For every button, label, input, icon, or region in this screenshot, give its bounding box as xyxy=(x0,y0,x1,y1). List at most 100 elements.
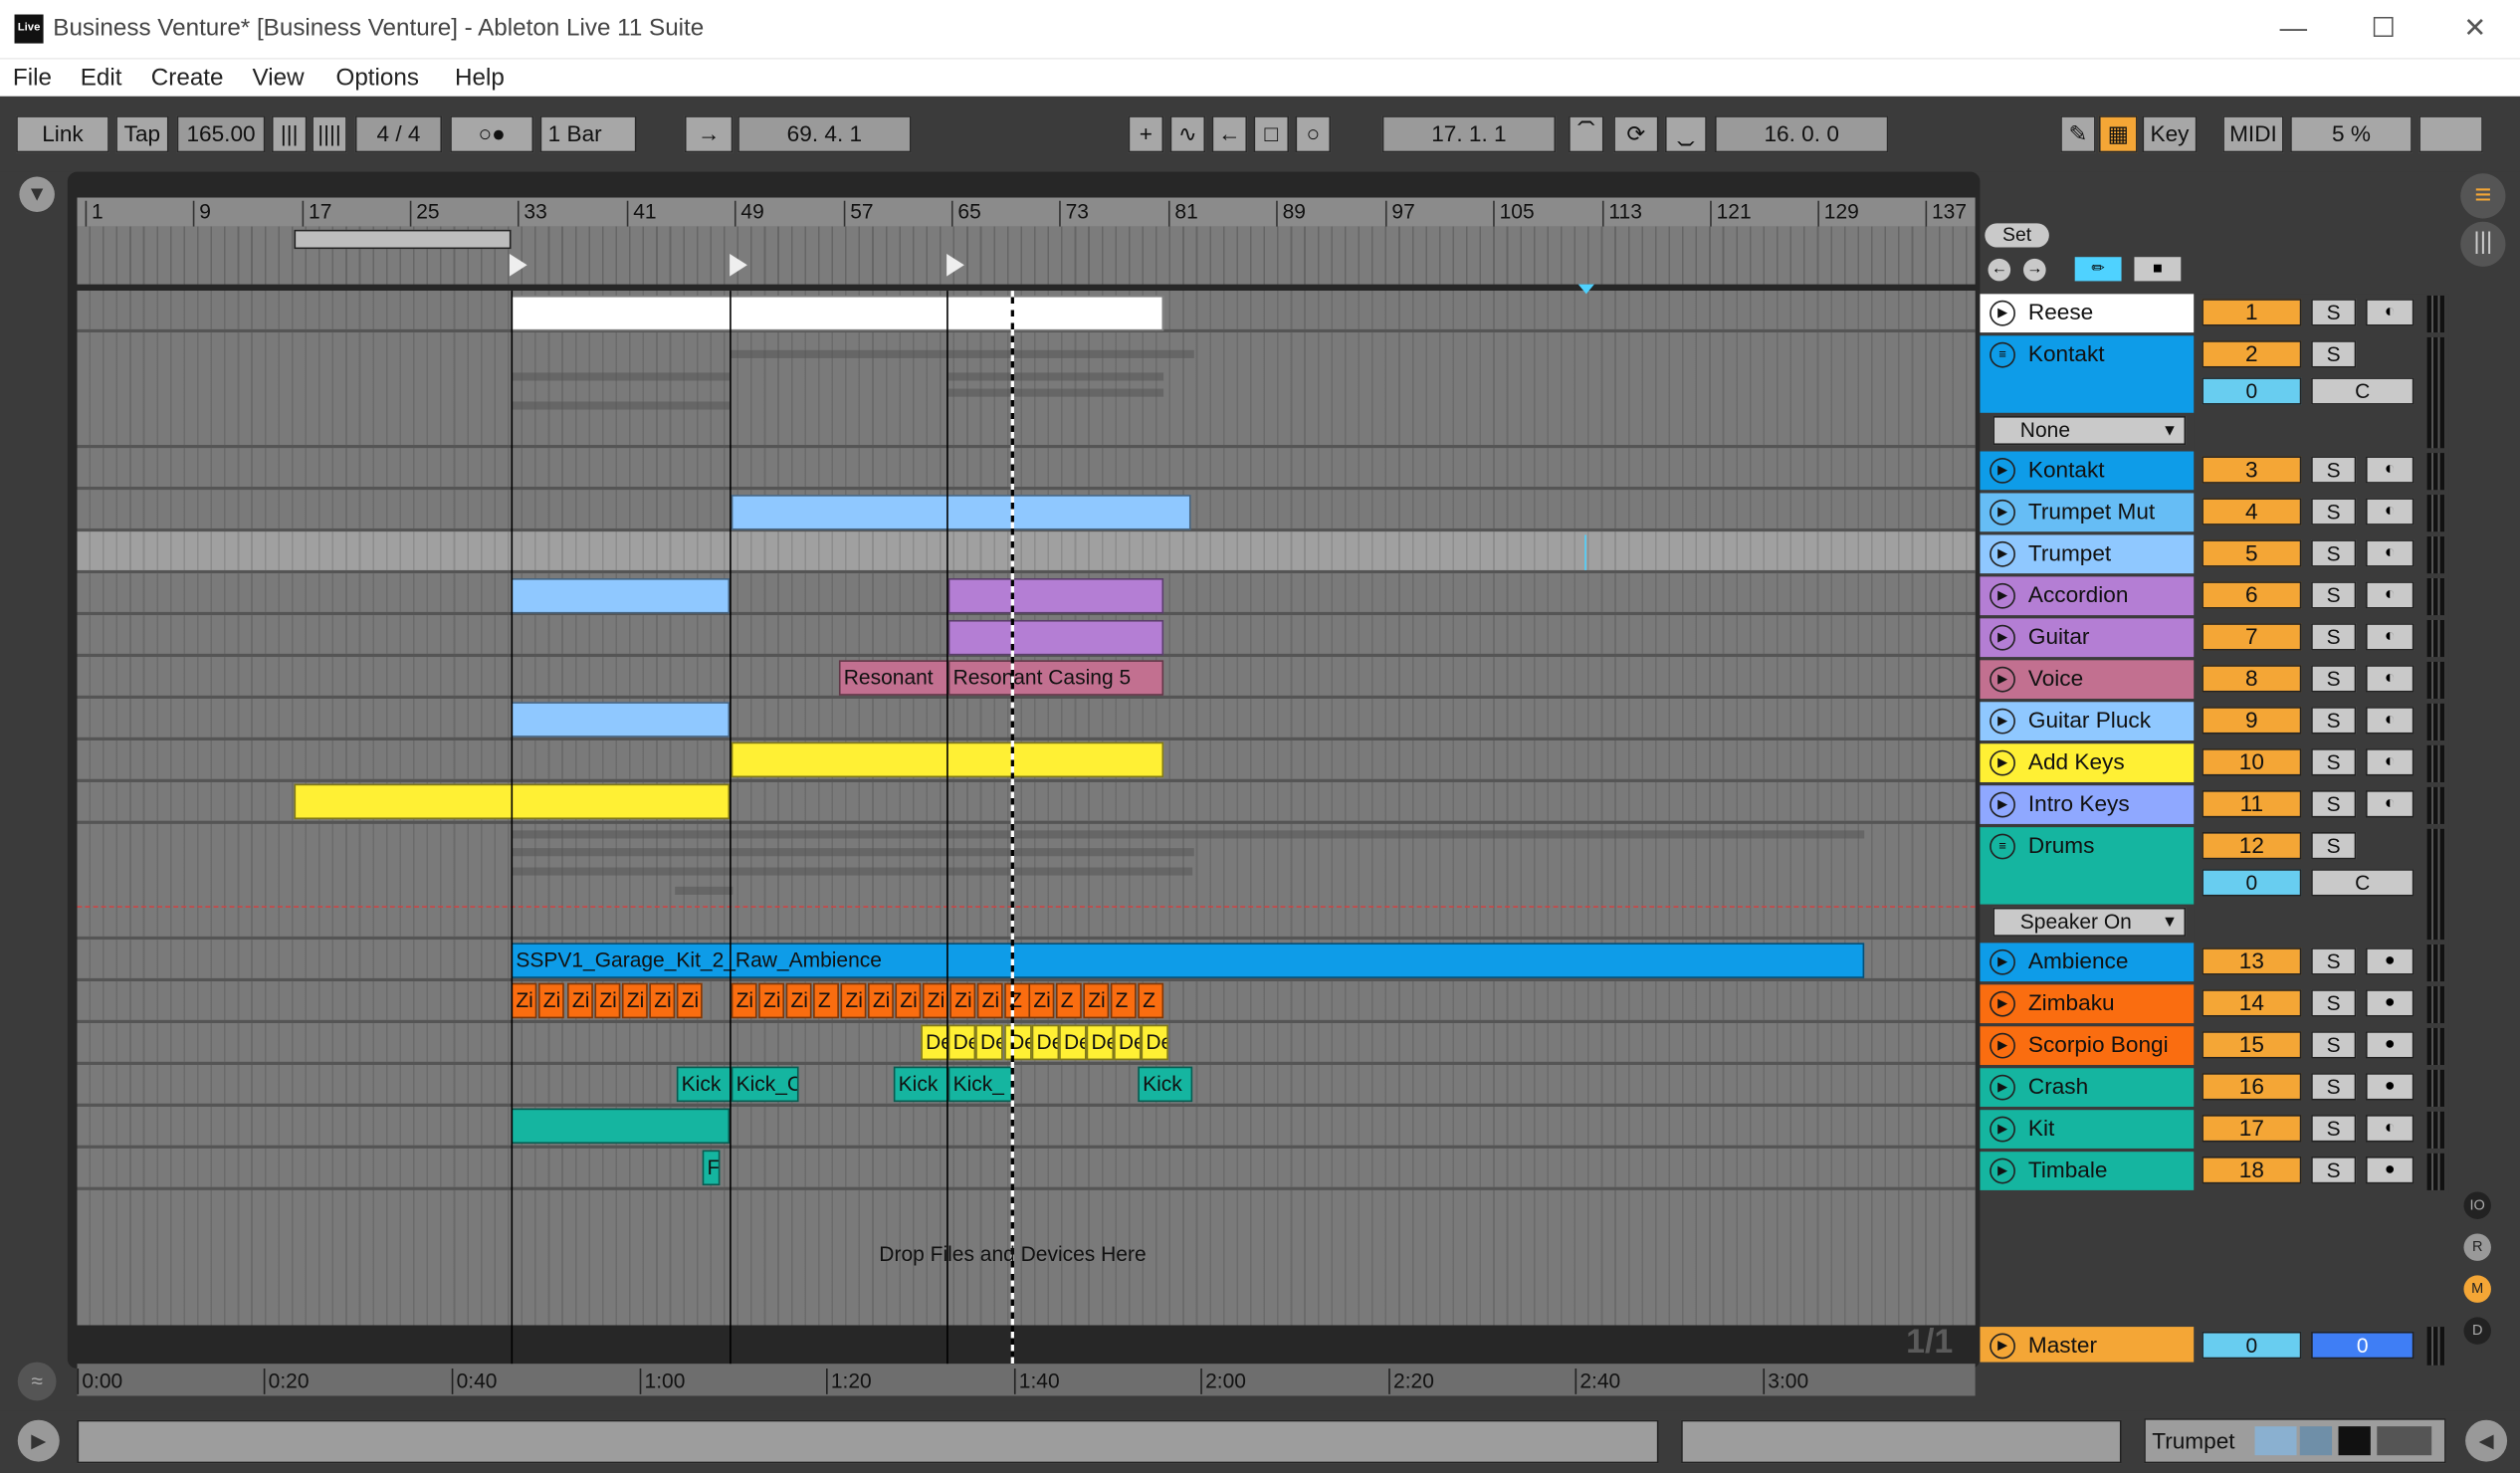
solo-button[interactable]: S xyxy=(2311,1031,2357,1059)
track-header-kontakt[interactable]: ≡ Kontakt xyxy=(1980,335,2195,413)
track-activator[interactable]: 5 xyxy=(2202,539,2302,567)
input-select[interactable]: None ▼ xyxy=(1993,416,2187,446)
prev-locator-icon[interactable]: ← xyxy=(1988,258,2011,282)
nudge-up-icon[interactable]: |||| xyxy=(312,115,347,153)
nudge-down-icon[interactable]: ||| xyxy=(271,115,308,153)
track-activator[interactable]: 12 xyxy=(2202,832,2302,860)
clip-guitar[interactable] xyxy=(947,619,1164,656)
play-clip-icon[interactable]: ▶ xyxy=(1990,499,2015,526)
track-activator[interactable]: 8 xyxy=(2202,665,2302,693)
track-activator[interactable]: 14 xyxy=(2202,989,2302,1017)
record-arm-icon[interactable]: ◐ xyxy=(2365,498,2415,526)
computer-midi-keyboard-icon[interactable]: ▦ xyxy=(2098,115,2138,153)
master-volume[interactable]: 0 xyxy=(2202,1331,2302,1360)
lock-icon[interactable]: ■ xyxy=(2134,257,2182,282)
follow-icon[interactable]: → xyxy=(684,115,734,153)
track-activator[interactable]: 6 xyxy=(2202,581,2302,609)
solo-button[interactable]: S xyxy=(2311,498,2357,526)
track-header-zimbaku[interactable]: ▶ Zimbaku xyxy=(1980,984,2195,1024)
beat-ruler[interactable]: 1 9 17 25 33 41 49 57 65 73 81 89 97 105… xyxy=(77,197,1976,227)
track-activator[interactable]: 9 xyxy=(2202,707,2302,735)
clip-zimbaku[interactable]: Zi xyxy=(649,982,676,1019)
returns-toggle-icon[interactable]: R xyxy=(2463,1233,2491,1261)
clip-zimbaku[interactable]: Zi xyxy=(1028,982,1055,1019)
next-locator-icon[interactable]: → xyxy=(2023,258,2046,282)
time-signature[interactable]: 4 / 4 xyxy=(354,115,443,153)
track-activator[interactable]: 2 xyxy=(2202,340,2302,368)
lane[interactable] xyxy=(77,823,1976,941)
re-enable-automation-icon[interactable]: ← xyxy=(1211,115,1248,153)
menu-file[interactable]: File xyxy=(13,65,52,92)
track-name[interactable]: ▶ Master xyxy=(1980,1327,2195,1363)
clip-zimbaku[interactable]: Z xyxy=(1055,982,1082,1019)
track-header-guitar[interactable]: ▶ Guitar xyxy=(1980,618,2195,658)
play-clip-icon[interactable]: ▶ xyxy=(1990,1032,2015,1059)
record-arm-icon[interactable]: ● xyxy=(2365,1031,2415,1059)
clip-zimbaku[interactable]: Zi xyxy=(785,982,812,1019)
solo-button[interactable]: S xyxy=(2311,581,2357,609)
io-toggle-icon[interactable]: IO xyxy=(2463,1191,2491,1219)
group-pan[interactable]: C xyxy=(2311,869,2415,897)
clip-voice[interactable]: Resonant Casing 5 xyxy=(947,660,1164,696)
clip-zimbaku[interactable]: Zi xyxy=(537,982,564,1019)
tap-button[interactable]: Tap xyxy=(115,115,169,153)
solo-button[interactable]: S xyxy=(2311,665,2357,693)
track-activator[interactable]: 17 xyxy=(2202,1115,2302,1143)
play-clip-icon[interactable]: ▶ xyxy=(1990,990,2015,1017)
play-clip-icon[interactable]: ▶ xyxy=(1990,1157,2015,1184)
track-header-add-keys[interactable]: ▶ Add Keys xyxy=(1980,743,2195,782)
input-select[interactable]: Speaker On ▼ xyxy=(1993,907,2187,937)
minimize-icon[interactable]: — xyxy=(2271,10,2316,49)
clip-crash[interactable]: Kick_C xyxy=(731,1066,799,1103)
clip-zimbaku[interactable]: Zi xyxy=(621,982,648,1019)
clip-zimbaku[interactable]: Zi xyxy=(867,982,894,1019)
clip-zimbaku[interactable]: Zi xyxy=(922,982,948,1019)
close-icon[interactable]: ✕ xyxy=(2452,10,2497,49)
record-arm-icon[interactable]: ◐ xyxy=(2365,707,2415,735)
play-clip-icon[interactable]: ▶ xyxy=(1990,948,2015,975)
time-ruler[interactable]: 0:00 0:20 0:40 1:00 1:20 1:40 2:00 2:20 … xyxy=(77,1364,1976,1396)
show-info-icon[interactable]: ▶ xyxy=(17,1419,60,1462)
play-clip-icon[interactable]: ▶ xyxy=(1990,1074,2015,1101)
track-header-crash[interactable]: ▶ Crash xyxy=(1980,1068,2195,1107)
device-thumbnail-icon[interactable] xyxy=(2299,1426,2333,1456)
detail-view-toggle-icon[interactable]: ◀ xyxy=(2465,1419,2508,1462)
clip-zimbaku[interactable]: Zi xyxy=(976,982,1003,1019)
clip-zimbaku[interactable]: Zi xyxy=(895,982,922,1019)
play-clip-icon[interactable]: ▶ xyxy=(1990,666,2015,693)
solo-button[interactable]: S xyxy=(2311,748,2357,776)
play-clip-icon[interactable]: ▶ xyxy=(1990,300,2015,326)
menu-view[interactable]: View xyxy=(253,65,305,92)
solo-button[interactable]: S xyxy=(2311,1115,2357,1143)
record-arm-icon[interactable]: ● xyxy=(2365,947,2415,975)
play-clip-icon[interactable]: ▶ xyxy=(1990,708,2015,735)
clip-zimbaku[interactable]: Zi xyxy=(758,982,785,1019)
clip-scorpio-bongi[interactable]: De xyxy=(947,1024,976,1061)
solo-button[interactable]: S xyxy=(2311,456,2357,484)
capture-icon[interactable]: □ xyxy=(1253,115,1290,153)
group-fold-icon[interactable]: ≡ xyxy=(1990,341,2015,368)
clip-accordion-lane[interactable] xyxy=(511,578,731,614)
solo-button[interactable]: S xyxy=(2311,623,2357,651)
clip-guitar-pluck[interactable] xyxy=(511,702,731,737)
locator-icon[interactable] xyxy=(730,253,747,277)
master-pan[interactable]: 0 xyxy=(2311,1331,2415,1360)
draw-mode-icon[interactable]: ✎ xyxy=(2060,115,2096,153)
session-record-icon[interactable]: ○ xyxy=(1295,115,1332,153)
clip-trumpet-mut[interactable] xyxy=(731,495,1191,530)
track-header-trumpet-mut[interactable]: ▶ Trumpet Mut xyxy=(1980,493,2195,532)
overview-toggle-icon[interactable]: ▼ xyxy=(19,176,55,213)
clip-zimbaku[interactable]: Zi xyxy=(949,982,976,1019)
song-position[interactable]: 69. 4. 1 xyxy=(737,115,912,153)
delay-toggle-icon[interactable]: D xyxy=(2463,1317,2491,1345)
menu-help[interactable]: Help xyxy=(455,65,505,92)
group-volume[interactable]: 0 xyxy=(2202,377,2302,405)
lane[interactable] xyxy=(77,448,1976,491)
clip-scorpio-bongi[interactable]: De xyxy=(975,1024,1003,1061)
clip-scorpio-bongi[interactable]: De xyxy=(921,1024,948,1061)
track-header-accordion[interactable]: ▶ Accordion xyxy=(1980,576,2195,616)
play-clip-icon[interactable]: ▶ xyxy=(1990,624,2015,651)
clip-scorpio-bongi[interactable]: De xyxy=(1086,1024,1115,1061)
menu-edit[interactable]: Edit xyxy=(81,65,122,92)
track-activator[interactable]: 11 xyxy=(2202,790,2302,818)
